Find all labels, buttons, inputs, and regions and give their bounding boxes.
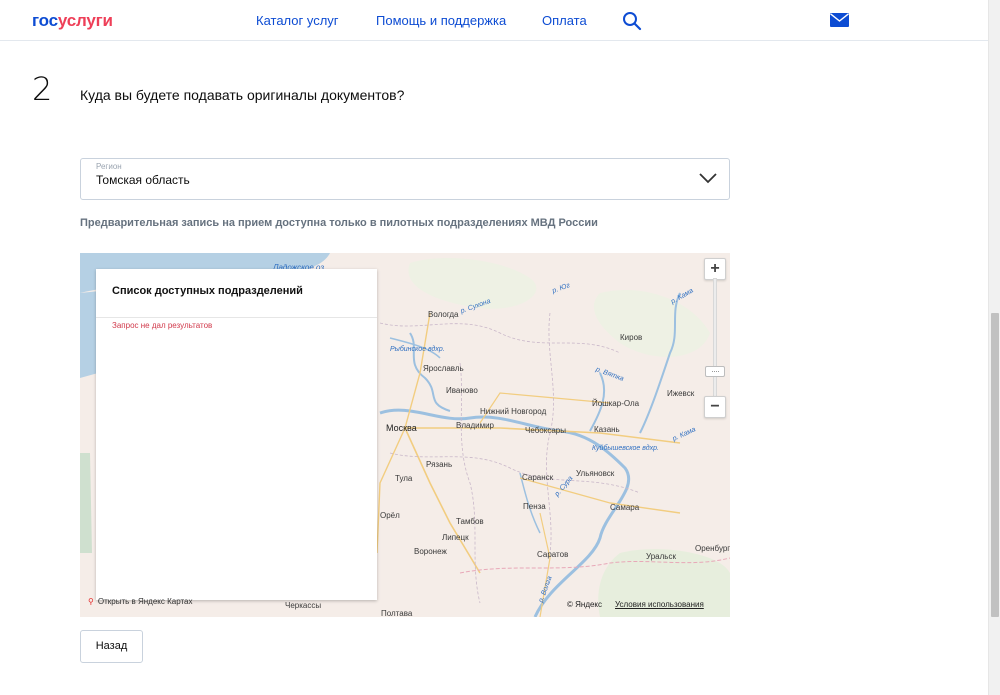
region-label: Регион xyxy=(96,162,122,171)
map-label: Черкассы xyxy=(285,601,322,610)
zoom-in-button[interactable]: + xyxy=(704,258,726,280)
step-number: 2 xyxy=(32,70,53,108)
logo-part-gos: гос xyxy=(32,11,58,30)
map-label: Иваново xyxy=(446,386,478,395)
map-label: Полтава xyxy=(381,609,413,617)
departments-list-title: Список доступных подразделений xyxy=(112,285,303,297)
departments-list-panel: Список доступных подразделений Запрос не… xyxy=(96,269,377,600)
zoom-slider-track[interactable] xyxy=(713,278,717,399)
logo-part-uslugi: услуги xyxy=(57,11,113,30)
map-label: Уральск xyxy=(646,552,676,561)
map-label: Чебоксары xyxy=(525,426,566,435)
top-header: госуслуги Каталог услуг Помощь и поддерж… xyxy=(0,0,988,41)
map-label: Вологда xyxy=(428,310,459,319)
map-label: Пенза xyxy=(523,502,546,511)
map-label: Ульяновск xyxy=(576,469,615,478)
map-river-label: Рыбинское вдхр. xyxy=(390,346,445,353)
map-label: Москва xyxy=(386,423,417,433)
pilot-notice: Предварительная запись на прием доступна… xyxy=(80,217,598,229)
chevron-down-icon xyxy=(699,173,717,184)
list-divider xyxy=(96,317,377,318)
yandex-copyright: © Яндекс xyxy=(567,600,603,609)
search-icon[interactable] xyxy=(622,11,642,31)
back-button[interactable]: Назад xyxy=(80,630,143,663)
map-label: Владимир xyxy=(456,421,495,430)
nav-help-link[interactable]: Помощь и поддержка xyxy=(376,13,506,28)
region-value: Томская область xyxy=(96,173,190,187)
zoom-out-button[interactable]: − xyxy=(704,396,726,418)
page-scrollbar[interactable] xyxy=(988,0,1000,695)
map-label: Оренбург xyxy=(695,544,730,553)
gosuslugi-logo[interactable]: госуслуги xyxy=(32,11,113,31)
yandex-pin-icon: ⚲ xyxy=(88,597,94,606)
open-in-yandex-label: Открыть в Яндекс Картах xyxy=(97,597,193,606)
map-label: Киров xyxy=(620,333,643,342)
map-label: Саратов xyxy=(537,550,569,559)
terms-of-use-link[interactable]: Условия использования xyxy=(615,600,704,609)
map-widget[interactable]: Ладожское оз. Вологда Киров Ярославль Ив… xyxy=(80,253,730,617)
step-title: Куда вы будете подавать оригиналы докуме… xyxy=(80,87,405,103)
map-label: Липецк xyxy=(442,533,469,542)
open-in-yandex-link[interactable]: ⚲ Открыть в Яндекс Картах xyxy=(88,597,193,606)
map-label: Воронеж xyxy=(414,547,447,556)
map-label: Йошкар-Ола xyxy=(592,399,640,408)
scrollbar-thumb[interactable] xyxy=(991,313,999,617)
mail-icon[interactable] xyxy=(830,13,849,27)
map-label: Тула xyxy=(395,474,413,483)
zoom-slider-handle[interactable] xyxy=(705,366,725,377)
no-results-message: Запрос не дал результатов xyxy=(112,321,213,330)
map-label: Самара xyxy=(610,503,640,512)
map-label: Нижний Новгород xyxy=(480,407,547,416)
map-label: Ярославль xyxy=(423,364,464,373)
map-label: Ижевск xyxy=(667,389,695,398)
nav-catalog-link[interactable]: Каталог услуг xyxy=(256,13,339,28)
region-select[interactable]: Регион Томская область xyxy=(80,158,730,200)
map-river-label: Куйбышевское вдхр. xyxy=(592,445,659,452)
map-label: Тамбов xyxy=(456,517,484,526)
map-label: Рязань xyxy=(426,460,453,469)
map-label: Саранск xyxy=(522,473,554,482)
map-label: Казань xyxy=(594,425,620,434)
nav-payment-link[interactable]: Оплата xyxy=(542,13,587,28)
map-label: Орёл xyxy=(380,511,400,520)
